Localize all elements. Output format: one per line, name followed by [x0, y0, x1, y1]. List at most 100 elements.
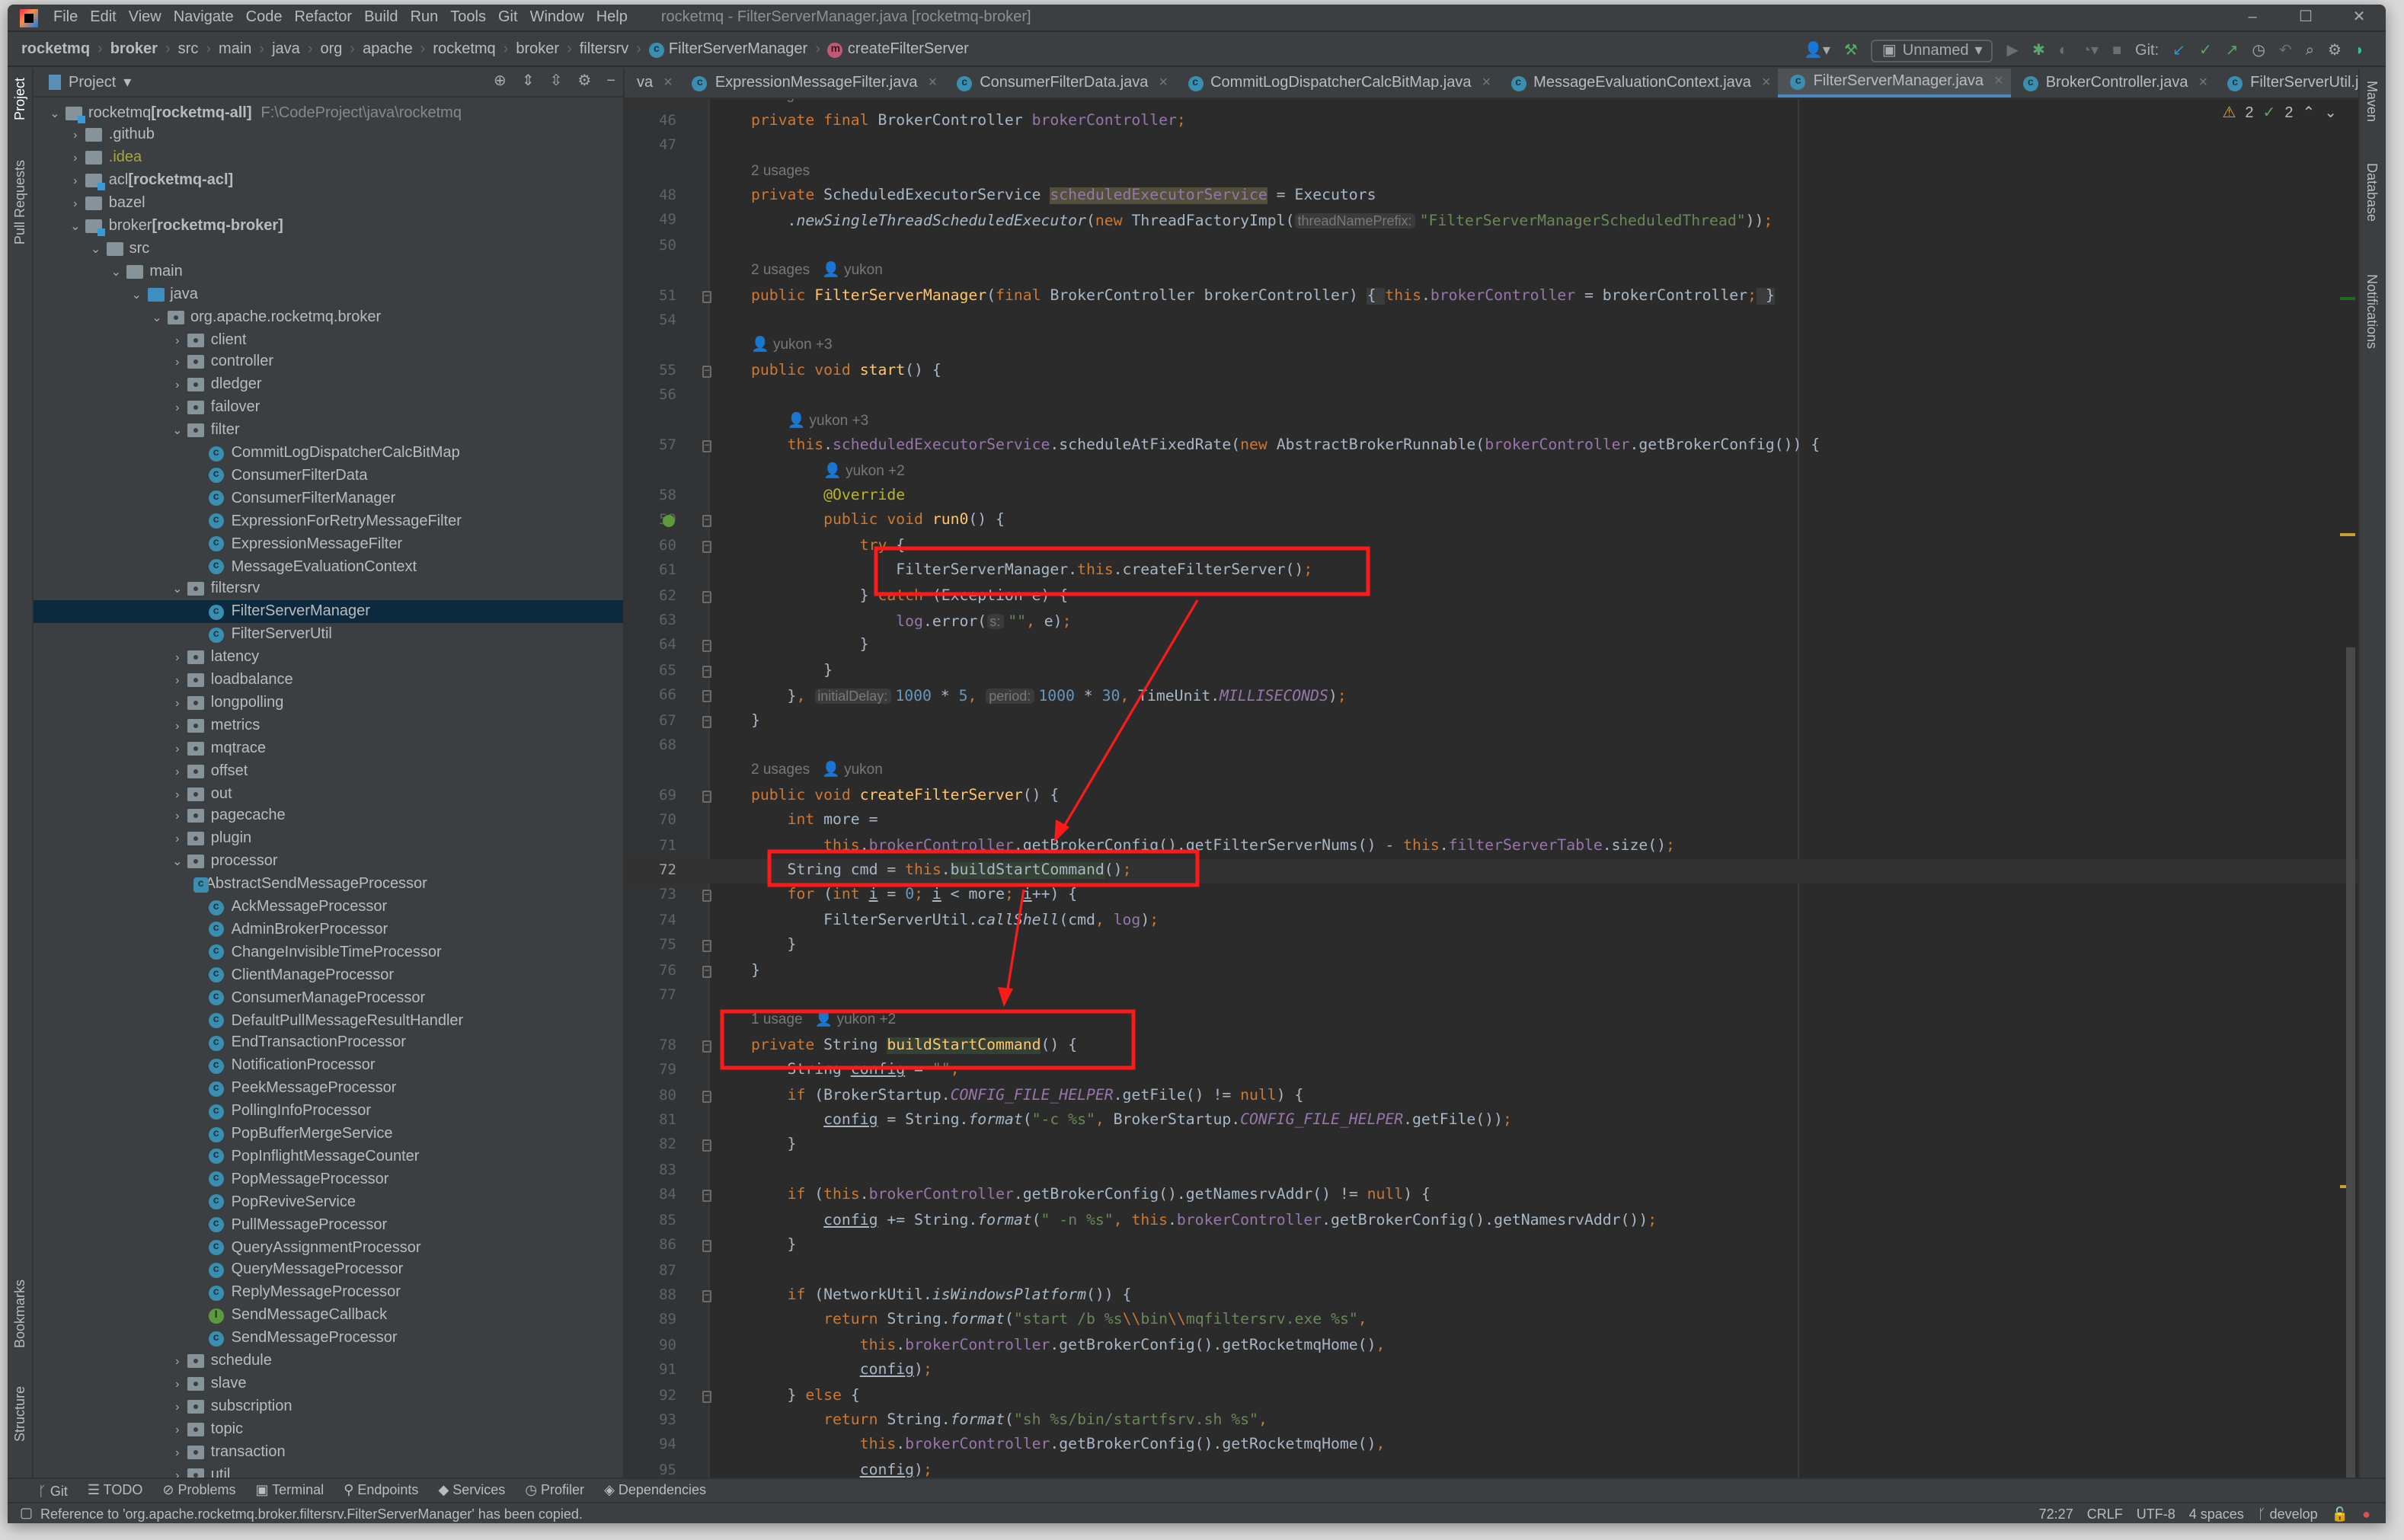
- tree-item[interactable]: c ConsumerManageProcessor: [34, 986, 623, 1009]
- error-stripe-mark[interactable]: [2340, 297, 2355, 300]
- tree-item[interactable]: › longpolling: [34, 692, 623, 714]
- close-tab-icon[interactable]: ×: [1159, 75, 1168, 91]
- usages-hint[interactable]: 2 usages: [751, 162, 810, 179]
- tree-item[interactable]: › offset: [34, 759, 623, 782]
- chevron-right-icon[interactable]: ›: [170, 719, 185, 733]
- tree-item[interactable]: c ConsumerFilterData: [34, 465, 623, 487]
- editor-tab[interactable]: c ExpressionMessageFilter.java ×: [680, 69, 945, 97]
- chevron-down-icon[interactable]: ⌄: [88, 242, 104, 256]
- fold-marker-icon[interactable]: −: [702, 1390, 711, 1403]
- bottom-tool-terminal[interactable]: ▣ Terminal: [255, 1482, 324, 1499]
- bottom-tool-git[interactable]: ᚴ Git: [38, 1483, 68, 1498]
- tree-item[interactable]: › plugin: [34, 828, 623, 851]
- fold-marker-icon[interactable]: −: [702, 440, 711, 453]
- run-config-dropdown[interactable]: ▣ Unnamed ▾: [1871, 39, 1993, 62]
- tree-item[interactable]: › metrics: [34, 714, 623, 737]
- fold-marker-icon[interactable]: −: [702, 515, 711, 528]
- tree-item[interactable]: c AbstractSendMessageProcessor: [34, 873, 623, 896]
- menu-item-git[interactable]: Git: [498, 9, 518, 26]
- chevron-right-icon[interactable]: ›: [170, 673, 185, 687]
- tree-item[interactable]: › acl [rocketmq-acl]: [34, 169, 623, 192]
- tree-item[interactable]: c QueryAssignmentProcessor: [34, 1236, 623, 1259]
- run-icon[interactable]: ▶: [2007, 42, 2019, 59]
- chevron-right-icon[interactable]: ›: [170, 356, 185, 369]
- chevron-right-icon[interactable]: ›: [170, 1468, 185, 1478]
- breadcrumb-item[interactable]: apache: [363, 41, 413, 58]
- chevron-right-icon[interactable]: ›: [68, 129, 83, 142]
- tree-item[interactable]: c FilterServerUtil: [34, 623, 623, 646]
- tree-item[interactable]: › slave: [34, 1372, 623, 1395]
- pull-requests-tool-button[interactable]: Pull Requests: [12, 160, 27, 244]
- bottom-tool-todo[interactable]: ☰ TODO: [88, 1482, 143, 1499]
- tree-item[interactable]: ⌄ filtersrv: [34, 578, 623, 601]
- tree-item[interactable]: › mqtrace: [34, 736, 623, 759]
- author-hint[interactable]: 👤 yukon +2: [823, 462, 905, 479]
- chevron-right-icon[interactable]: ›: [170, 1354, 185, 1368]
- line-separator[interactable]: CRLF: [2087, 1506, 2123, 1522]
- settings-gear-icon[interactable]: ⚙: [2328, 42, 2342, 59]
- tree-item[interactable]: › latency: [34, 646, 623, 669]
- tree-item[interactable]: ⌄ rocketmq [rocketmq-all] F:\CodeProject\j…: [34, 101, 623, 124]
- chevron-right-icon[interactable]: ›: [68, 196, 83, 210]
- tree-item[interactable]: c PopBufferMergeService: [34, 1123, 623, 1145]
- tree-item[interactable]: c ClientManageProcessor: [34, 963, 623, 986]
- fold-marker-icon[interactable]: −: [702, 540, 711, 553]
- fold-marker-icon[interactable]: −: [702, 640, 711, 653]
- chevron-right-icon[interactable]: ›: [68, 152, 83, 165]
- breadcrumb-item[interactable]: java: [272, 41, 300, 58]
- tree-item[interactable]: c AckMessageProcessor: [34, 896, 623, 919]
- tree-item[interactable]: I SendMessageCallback: [34, 1304, 623, 1327]
- usages-hint[interactable]: 2 usages: [751, 263, 810, 280]
- menu-item-navigate[interactable]: Navigate: [174, 9, 234, 26]
- git-push-icon[interactable]: ↗: [2226, 42, 2239, 59]
- collapse-all-icon[interactable]: ⇳: [550, 73, 563, 90]
- tree-item[interactable]: c ExpressionForRetryMessageFilter: [34, 510, 623, 532]
- caret-position[interactable]: 72:27: [2039, 1506, 2073, 1522]
- tree-item[interactable]: c NotificationProcessor: [34, 1055, 623, 1078]
- coverage-icon[interactable]: ◐: [2059, 42, 2068, 59]
- bottom-tool-problems[interactable]: ⊘ Problems: [162, 1482, 235, 1499]
- bookmarks-tool-button[interactable]: Bookmarks: [12, 1280, 27, 1348]
- git-update-icon[interactable]: ↙: [2172, 42, 2185, 59]
- chevron-right-icon[interactable]: ›: [170, 810, 185, 823]
- fold-marker-icon[interactable]: −: [702, 1190, 711, 1203]
- tree-item[interactable]: c SendMessageProcessor: [34, 1327, 623, 1350]
- tree-item[interactable]: › transaction: [34, 1440, 623, 1463]
- author-hint[interactable]: 👤 yukon +3: [751, 337, 833, 354]
- tree-item[interactable]: c ExpressionMessageFilter: [34, 532, 623, 555]
- tree-item[interactable]: › failover: [34, 396, 623, 419]
- tree-item[interactable]: ⌄ processor: [34, 850, 623, 873]
- fold-marker-icon[interactable]: −: [702, 290, 711, 303]
- tree-item[interactable]: › topic: [34, 1417, 623, 1440]
- chevron-down-icon[interactable]: ⌄: [149, 310, 165, 324]
- chevron-right-icon[interactable]: ›: [170, 696, 185, 710]
- tree-item[interactable]: c EndTransactionProcessor: [34, 1032, 623, 1055]
- tree-item[interactable]: c PollingInfoProcessor: [34, 1100, 623, 1123]
- tree-item[interactable]: ⌄ main: [34, 260, 623, 283]
- account-icon[interactable]: 👤▾: [1804, 42, 1830, 59]
- git-rollback-icon[interactable]: ↶: [2279, 42, 2292, 59]
- tree-item[interactable]: c ChangeInvisibleTimeProcessor: [34, 941, 623, 964]
- breadcrumb-item[interactable]: main: [219, 41, 251, 58]
- fold-marker-icon[interactable]: −: [702, 365, 711, 378]
- git-commit-icon[interactable]: ✓: [2199, 42, 2212, 59]
- bottom-tool-profiler[interactable]: ◷ Profiler: [525, 1482, 584, 1499]
- menu-item-help[interactable]: Help: [596, 9, 628, 26]
- chevron-down-icon[interactable]: ▾: [123, 74, 131, 91]
- tree-item[interactable]: ⌄ broker [rocketmq-broker]: [34, 215, 623, 238]
- fold-marker-icon[interactable]: −: [702, 790, 711, 803]
- bottom-tool-services[interactable]: ◆ Services: [438, 1482, 505, 1499]
- tree-item[interactable]: c PullMessageProcessor: [34, 1213, 623, 1236]
- error-report-icon[interactable]: ●: [2362, 1506, 2370, 1522]
- tree-item[interactable]: › bazel: [34, 192, 623, 215]
- author-hint[interactable]: 👤 yukon: [822, 263, 883, 280]
- chevron-down-icon[interactable]: ⌄: [108, 265, 123, 279]
- chevron-down-icon[interactable]: ⌄: [170, 855, 185, 868]
- chevron-right-icon[interactable]: ›: [170, 1422, 185, 1436]
- bottom-tool-endpoints[interactable]: ⚲ Endpoints: [344, 1482, 418, 1499]
- editor-tab[interactable]: c MessageEvaluationContext.java ×: [1498, 69, 1778, 97]
- tree-item[interactable]: › subscription: [34, 1395, 623, 1418]
- breadcrumb-item[interactable]: broker: [110, 41, 158, 58]
- tree-item[interactable]: › loadbalance: [34, 669, 623, 692]
- tree-item[interactable]: c QueryMessageProcessor: [34, 1259, 623, 1282]
